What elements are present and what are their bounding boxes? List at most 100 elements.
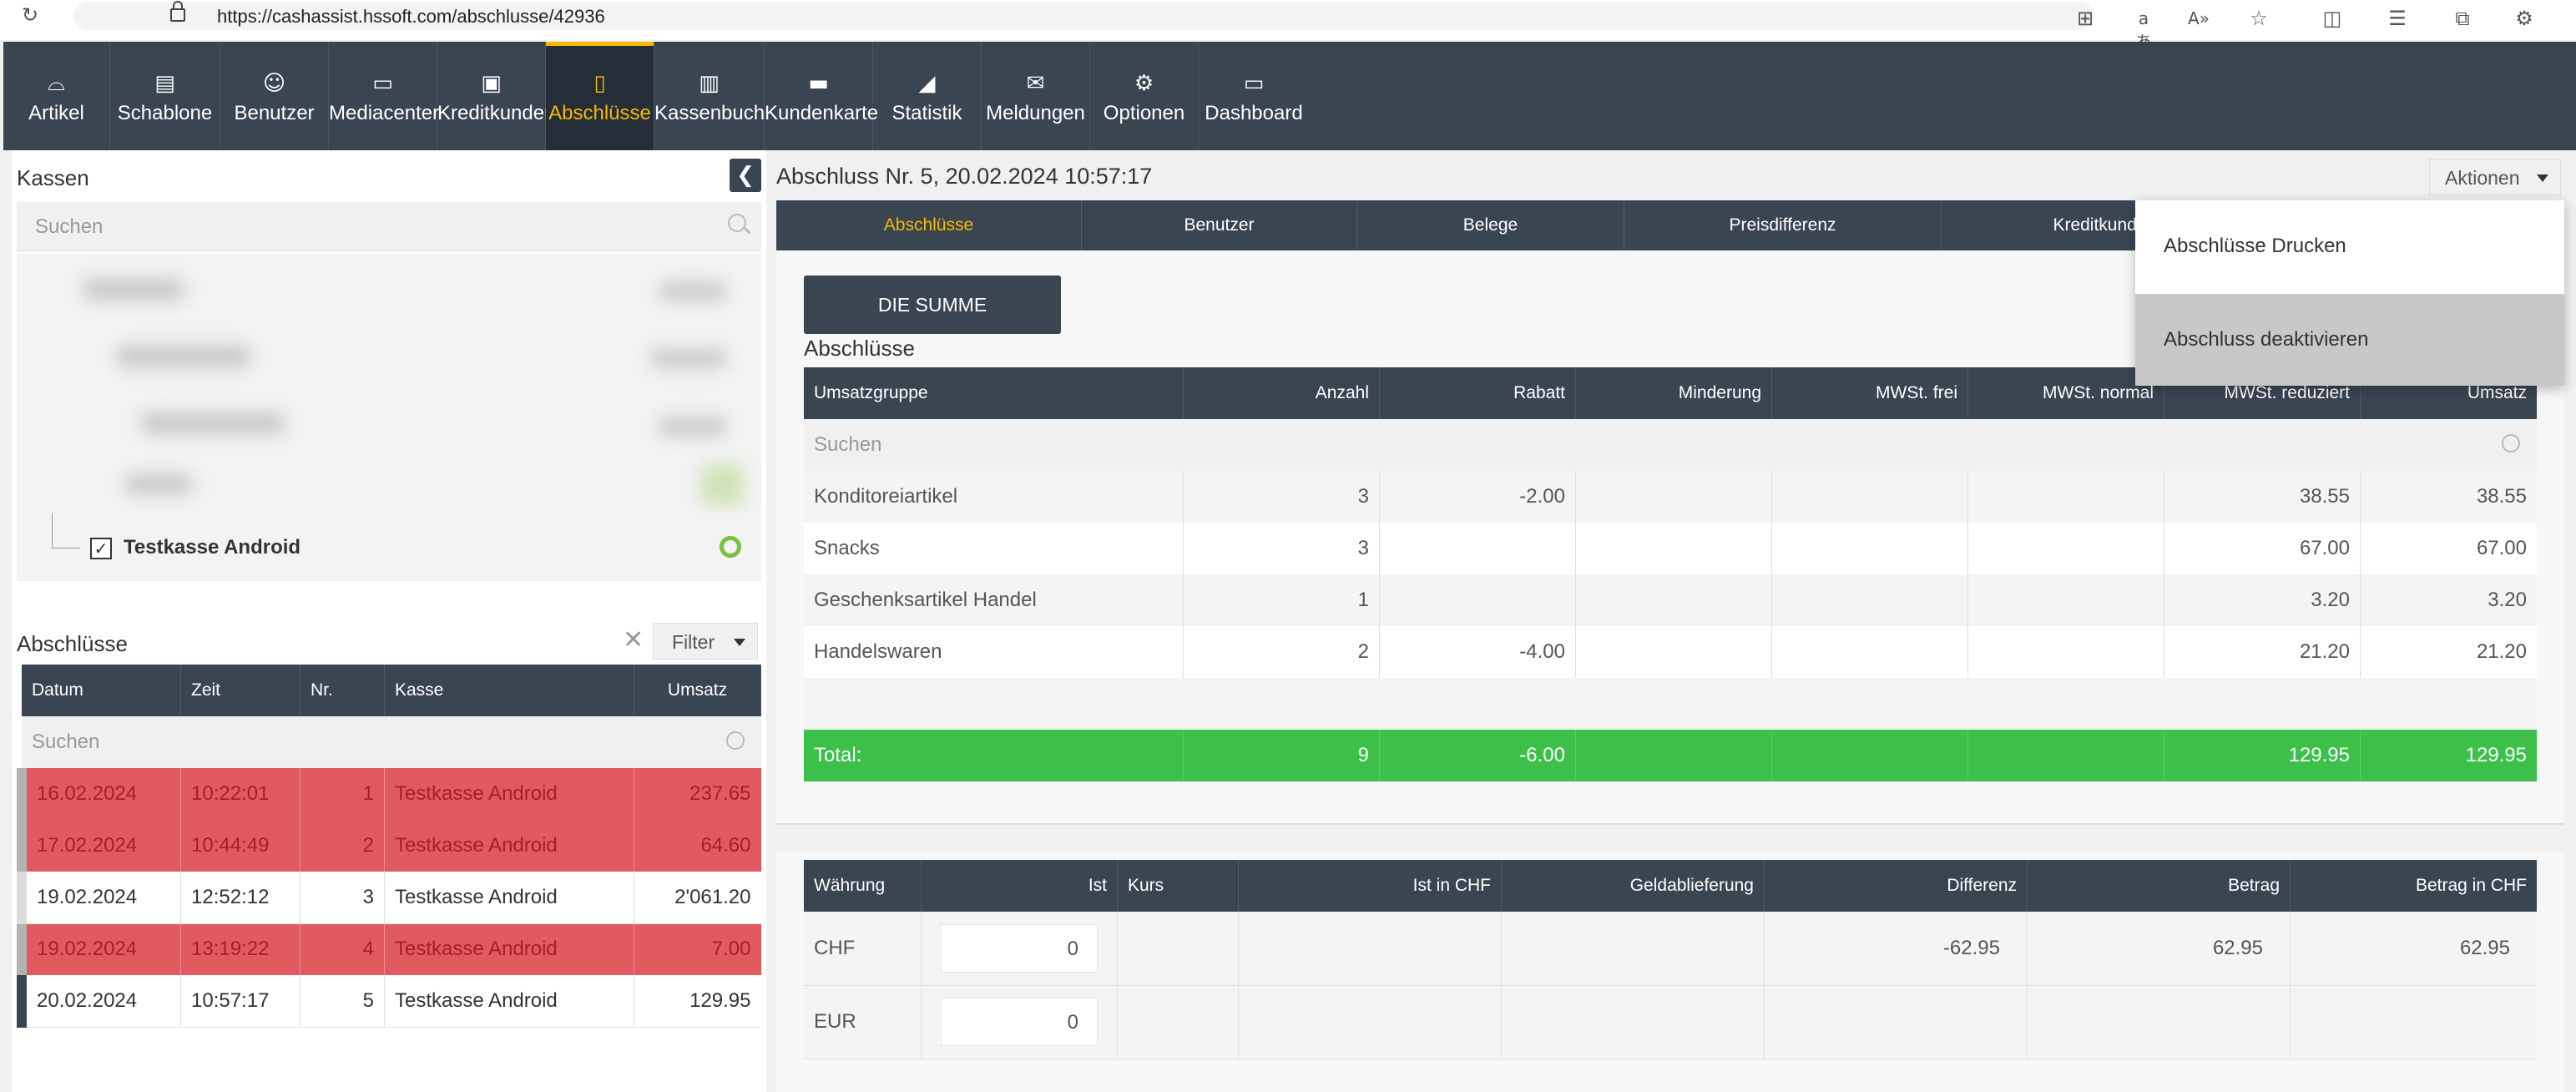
- document-icon: ▯: [593, 71, 606, 96]
- split-screen-icon[interactable]: ◫: [2321, 7, 2344, 30]
- die-summe-button[interactable]: DIE SUMME: [804, 276, 1061, 334]
- col-nr[interactable]: Nr.: [300, 665, 385, 716]
- col-waehrung[interactable]: Währung: [804, 860, 922, 912]
- col-ist[interactable]: Ist: [921, 860, 1118, 912]
- nav-item-abschluesse[interactable]: ▯ Abschlüsse: [546, 42, 654, 150]
- abschluesse-list-table: Datum Zeit Nr. Kasse Umsatz Suchen 16.02…: [17, 665, 761, 1028]
- cell-geldablieferung: [1501, 912, 1765, 985]
- aktionen-dropdown[interactable]: Aktionen: [2429, 159, 2561, 195]
- menu-item-abschluesse-drucken[interactable]: Abschlüsse Drucken: [2135, 200, 2564, 292]
- cell-ist: 0: [921, 912, 1118, 985]
- checkbox-checked-icon[interactable]: ✓: [90, 538, 112, 559]
- cell-differenz: [1764, 985, 2028, 1059]
- cell-umsatzgruppe: Snacks: [804, 523, 1184, 574]
- nav-item-kreditkunden[interactable]: ▣ Kreditkunden: [437, 42, 555, 150]
- col-betrag[interactable]: Betrag: [2027, 860, 2291, 912]
- aktionen-label: Aktionen: [2445, 167, 2520, 189]
- table-row[interactable]: Snacks 3 67.00 67.00: [804, 523, 2537, 574]
- cell-zeit: 10:22:01: [180, 768, 301, 820]
- address-bar[interactable]: https://cashassist.hssoft.com/abschlusse…: [73, 1, 2094, 30]
- cell-geldablieferung: [1501, 985, 1765, 1059]
- read-aloud-icon[interactable]: A»: [2187, 7, 2210, 30]
- col-betrag-chf[interactable]: Betrag in CHF: [2290, 860, 2537, 912]
- cell-ist-chf: [1238, 985, 1502, 1059]
- table-row[interactable]: 19.02.2024 13:19:22 4 Testkasse Android …: [17, 923, 761, 975]
- nav-item-schablone[interactable]: ▤ Schablone: [110, 42, 220, 150]
- search-icon: [728, 214, 746, 232]
- collapse-panel-button[interactable]: ❮: [730, 159, 761, 192]
- cell-mwst-frei: [1771, 523, 1968, 574]
- search-icon: [2502, 434, 2520, 452]
- col-kurs[interactable]: Kurs: [1117, 860, 1239, 912]
- favorites-list-icon[interactable]: ☰: [2386, 7, 2409, 30]
- filter-dropdown[interactable]: Filter: [653, 623, 758, 660]
- col-minderung[interactable]: Minderung: [1575, 367, 1772, 419]
- col-mwst-frei[interactable]: MWSt. frei: [1771, 367, 1968, 419]
- kassen-tree-item[interactable]: ✓ Testkasse Android: [17, 513, 761, 581]
- tab-abschluesse[interactable]: Abschlüsse: [776, 200, 1082, 250]
- col-differenz[interactable]: Differenz: [1764, 860, 2028, 912]
- nav-item-meldungen[interactable]: ✉ Meldungen: [982, 42, 1090, 150]
- cell-betrag-chf: [2291, 985, 2538, 1059]
- table-row[interactable]: 19.02.2024 12:52:12 3 Testkasse Android …: [17, 872, 761, 923]
- close-icon[interactable]: ✕: [623, 628, 648, 653]
- table-search-row[interactable]: Suchen: [804, 419, 2537, 471]
- tab-benutzer[interactable]: Benutzer: [1082, 200, 1357, 250]
- table-row[interactable]: Geschenksartikel Handel 1 3.20 3.20: [804, 574, 2537, 626]
- kassen-search[interactable]: Suchen: [17, 202, 761, 251]
- reload-icon[interactable]: ↻: [18, 3, 42, 27]
- col-datum[interactable]: Datum: [22, 665, 181, 716]
- table-row[interactable]: 17.02.2024 10:44:49 2 Testkasse Android …: [17, 820, 761, 872]
- table-row[interactable]: 16.02.2024 10:22:01 1 Testkasse Android …: [17, 768, 761, 820]
- nav-item-artikel[interactable]: ⌓ Artikel: [3, 42, 110, 150]
- translate-icon[interactable]: aあ: [2132, 7, 2155, 52]
- list-search-input[interactable]: Suchen: [22, 716, 761, 768]
- list-search-row[interactable]: Suchen: [22, 716, 761, 768]
- col-ist-chf[interactable]: Ist in CHF: [1238, 860, 1502, 912]
- reader-view-icon[interactable]: ⊞: [2073, 7, 2097, 30]
- extensions-icon[interactable]: ⚙: [2513, 7, 2536, 30]
- cell-differenz: -62.95: [1764, 912, 2028, 985]
- col-umsatzgruppe[interactable]: Umsatzgruppe: [804, 367, 1184, 419]
- col-rabatt[interactable]: Rabatt: [1379, 367, 1576, 419]
- col-umsatz[interactable]: Umsatz: [634, 665, 761, 716]
- col-kasse[interactable]: Kasse: [384, 665, 634, 716]
- cell-waehrung: EUR: [804, 985, 922, 1059]
- cell-anzahl: 3: [1183, 523, 1380, 574]
- table-search-input[interactable]: Suchen: [804, 419, 2537, 471]
- tab-belege[interactable]: Belege: [1357, 200, 1624, 250]
- cell-kasse: Testkasse Android: [384, 975, 634, 1027]
- table-row[interactable]: Handelswaren 2 -4.00 21.20 21.20: [804, 626, 2537, 678]
- nav-item-kassenbuch[interactable]: ▥ Kassenbuch: [654, 42, 765, 150]
- collections-icon[interactable]: ⧉: [2451, 7, 2474, 30]
- nav-item-dashboard[interactable]: ▭ Dashboard: [1199, 42, 1309, 150]
- col-geldablieferung[interactable]: Geldablieferung: [1501, 860, 1765, 912]
- lock-icon: [170, 1, 185, 22]
- refresh-circle-icon[interactable]: [720, 536, 741, 558]
- total-anzahl: 9: [1183, 730, 1380, 781]
- tab-preisdifferenz[interactable]: Preisdifferenz: [1624, 200, 1942, 250]
- cell-waehrung: CHF: [804, 912, 922, 985]
- col-zeit[interactable]: Zeit: [180, 665, 301, 716]
- nav-item-benutzer[interactable]: ☺ Benutzer: [220, 42, 329, 150]
- menu-item-abschluss-deaktivieren[interactable]: Abschluss deaktivieren: [2135, 294, 2564, 386]
- nav-item-kundenkarte[interactable]: ▬ Kundenkarte: [765, 42, 878, 150]
- nav-item-mediacenter[interactable]: ▭ Mediacenter: [329, 42, 439, 150]
- mail-icon: ✉: [1026, 71, 1045, 96]
- cell-minderung: [1575, 523, 1772, 574]
- col-anzahl[interactable]: Anzahl: [1183, 367, 1380, 419]
- kassen-title: Kassen: [17, 165, 89, 190]
- cell-minderung: [1575, 574, 1772, 626]
- ist-input[interactable]: 0: [941, 998, 1098, 1046]
- nav-item-optionen[interactable]: ⚙ Optionen: [1090, 42, 1199, 150]
- cell-nr: 5: [300, 975, 385, 1027]
- table-row[interactable]: CHF 0 -62.95 62.95 62.95: [804, 912, 2537, 985]
- ist-input[interactable]: 0: [941, 923, 1098, 973]
- table-row[interactable]: Konditoreiartikel 3 -2.00 38.55 38.55: [804, 471, 2537, 523]
- cell-datum: 16.02.2024: [17, 768, 181, 820]
- favorite-star-icon[interactable]: ☆: [2247, 7, 2270, 30]
- nav-item-statistik[interactable]: ◢ Statistik: [873, 42, 982, 150]
- cell-nr: 3: [300, 872, 385, 923]
- table-row-selected[interactable]: 20.02.2024 10:57:17 5 Testkasse Android …: [17, 975, 761, 1027]
- table-row[interactable]: EUR 0: [804, 985, 2537, 1059]
